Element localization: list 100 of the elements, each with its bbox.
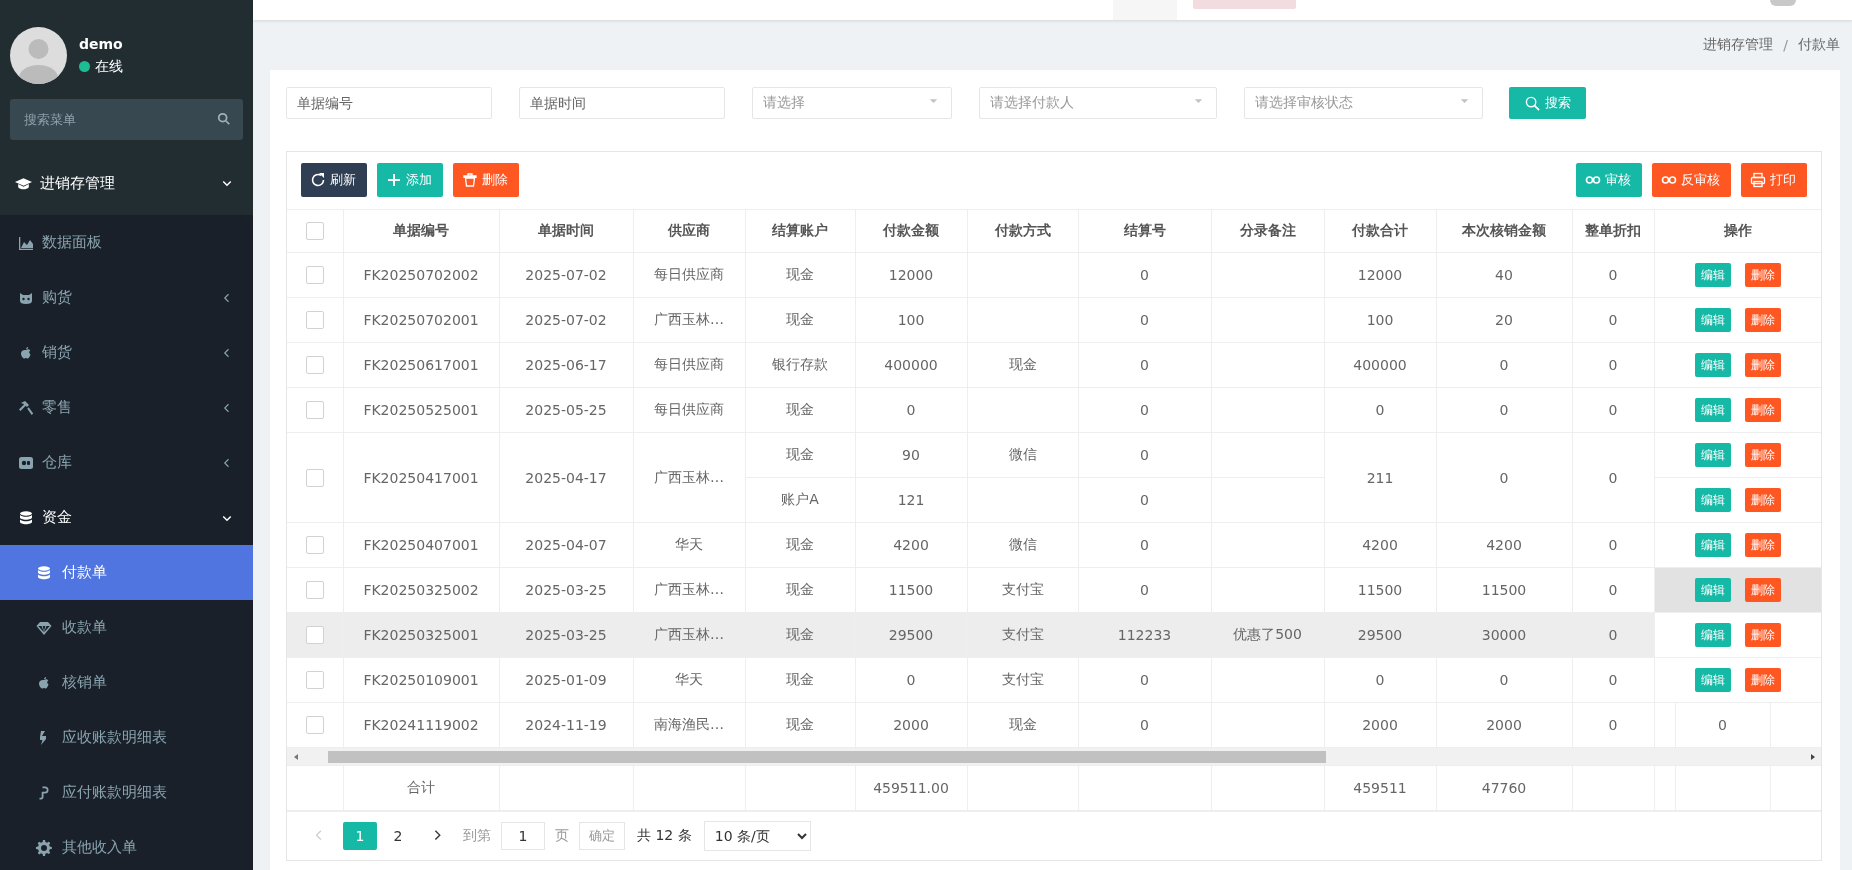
edit-button[interactable]: 编辑	[1694, 668, 1731, 692]
delete-button[interactable]: 删除	[1744, 353, 1781, 377]
column-header: 单据编号	[343, 209, 499, 253]
edit-button[interactable]: 编辑	[1694, 488, 1731, 512]
menu-item[interactable]: 付款单	[0, 545, 253, 600]
delete-button[interactable]: 删除	[1744, 488, 1781, 512]
menu-item[interactable]: 收款单	[0, 600, 253, 655]
table-cell: 2025-07-02	[499, 297, 633, 343]
page-input[interactable]: 1	[501, 822, 545, 850]
checkbox[interactable]	[305, 536, 324, 554]
toolbar-button[interactable]: 审核	[1576, 163, 1642, 197]
table-cell: 40	[1436, 252, 1572, 298]
delete-button[interactable]: 删除	[1744, 668, 1781, 692]
table-cell: 100	[855, 297, 967, 343]
delete-button[interactable]: 删除	[1744, 308, 1781, 332]
status-text: 在线	[95, 57, 123, 76]
table-cell: 4200	[1324, 522, 1436, 568]
table-cell: FK20250525001	[343, 387, 499, 433]
table-cell: FK20250417001	[343, 432, 499, 523]
table-cell: 每日供应商	[633, 252, 745, 298]
delete-button[interactable]: 删除	[1744, 398, 1781, 422]
checkbox[interactable]	[305, 311, 324, 329]
edit-button[interactable]: 编辑	[1694, 623, 1731, 647]
page-button[interactable]: 1	[343, 822, 377, 850]
checkbox[interactable]	[305, 356, 324, 374]
menu-search-field[interactable]: 搜索菜单	[10, 99, 243, 140]
toolbar-button[interactable]: 添加	[377, 163, 443, 197]
plus-icon	[386, 172, 402, 188]
menu-item[interactable]: 仓库	[0, 435, 253, 490]
checkbox[interactable]	[305, 468, 324, 487]
table-cell: 0	[1436, 387, 1572, 433]
breadcrumb-item[interactable]: 进销存管理	[1703, 36, 1774, 54]
area-chart-icon	[18, 234, 34, 251]
menu-item[interactable]: 销货	[0, 325, 253, 380]
checkbox[interactable]	[305, 401, 324, 419]
delete-button[interactable]: 删除	[1744, 533, 1781, 557]
checkbox[interactable]	[305, 581, 324, 599]
checkbox[interactable]	[305, 222, 324, 240]
table-cell: 2025-03-25	[499, 612, 633, 658]
select-field[interactable]: 请选择	[752, 87, 952, 119]
select-field[interactable]: 请选择审核状态	[1244, 87, 1483, 119]
toolbar-button[interactable]: 反审核	[1652, 163, 1731, 197]
menu-item[interactable]: 应付账款明细表	[0, 765, 253, 820]
page-size-select[interactable]: 10 条/页	[703, 821, 811, 851]
table-cell: 2024-11-19	[499, 702, 633, 748]
menu-item[interactable]: 零售	[0, 380, 253, 435]
edit-button[interactable]: 编辑	[1694, 443, 1731, 467]
toolbar-button[interactable]: 删除	[453, 163, 519, 197]
table-cell: 20	[1436, 297, 1572, 343]
edit-button[interactable]: 编辑	[1694, 398, 1731, 422]
edit-button[interactable]: 编辑	[1694, 308, 1731, 332]
column-header: 供应商	[633, 209, 745, 253]
edit-button[interactable]: 编辑	[1694, 263, 1731, 287]
page-button[interactable]: 2	[381, 822, 415, 850]
table-cell: 0	[1572, 342, 1654, 388]
table-cell: 0	[1078, 387, 1211, 433]
table-cell: FK20250702002	[343, 252, 499, 298]
table-cell: 广西玉林…	[633, 612, 745, 658]
checkbox[interactable]	[305, 626, 324, 644]
menu-item[interactable]: 核销单	[0, 655, 253, 710]
table-cell: FK20250325001	[343, 612, 499, 658]
edit-button[interactable]: 编辑	[1694, 353, 1731, 377]
table-cell: 微信	[967, 522, 1078, 568]
column-header: 本次核销金额	[1436, 209, 1572, 253]
delete-button[interactable]: 删除	[1744, 443, 1781, 467]
select-field[interactable]: 请选择付款人	[979, 87, 1217, 119]
page-label: 页	[555, 827, 569, 845]
table-cell: 0	[1078, 477, 1211, 523]
table-cell: 0	[1572, 567, 1654, 613]
search-button[interactable]: 搜索	[1509, 87, 1586, 119]
delete-button[interactable]: 删除	[1744, 623, 1781, 647]
table-cell: 12000	[1324, 252, 1436, 298]
table-cell: 0	[1078, 702, 1211, 748]
table-cell: 2025-05-25	[499, 387, 633, 433]
input-field[interactable]: 单据时间	[519, 87, 725, 119]
table-cell: 0	[1078, 432, 1211, 478]
edit-button[interactable]: 编辑	[1694, 533, 1731, 557]
table-cell: 2025-04-17	[499, 432, 633, 523]
confirm-button[interactable]: 确定	[579, 822, 625, 850]
checkbox[interactable]	[305, 671, 324, 689]
checkbox[interactable]	[305, 716, 324, 734]
toolbar-button[interactable]: 刷新	[301, 163, 367, 197]
table-cell: 29500	[855, 612, 967, 658]
menu-item[interactable]: 其他收入单	[0, 820, 253, 870]
search-icon	[1524, 95, 1540, 111]
menu-item[interactable]: 应收账款明细表	[0, 710, 253, 765]
checkbox[interactable]	[305, 266, 324, 284]
edit-button[interactable]: 编辑	[1694, 578, 1731, 602]
table-cell: 2025-07-02	[499, 252, 633, 298]
breadcrumb-item: 付款单	[1798, 36, 1840, 54]
table-cell: 广西玉林…	[633, 297, 745, 343]
delete-button[interactable]: 删除	[1744, 263, 1781, 287]
input-field[interactable]: 单据编号	[286, 87, 492, 119]
menu-item[interactable]: 购货	[0, 270, 253, 325]
menu-item[interactable]: 资金	[0, 490, 253, 545]
menu-item[interactable]: 数据面板	[0, 215, 253, 270]
table-cell: 0	[1572, 252, 1654, 298]
menu-item[interactable]: 进销存管理	[0, 151, 253, 215]
toolbar-button[interactable]: 打印	[1741, 163, 1807, 197]
delete-button[interactable]: 删除	[1744, 578, 1781, 602]
